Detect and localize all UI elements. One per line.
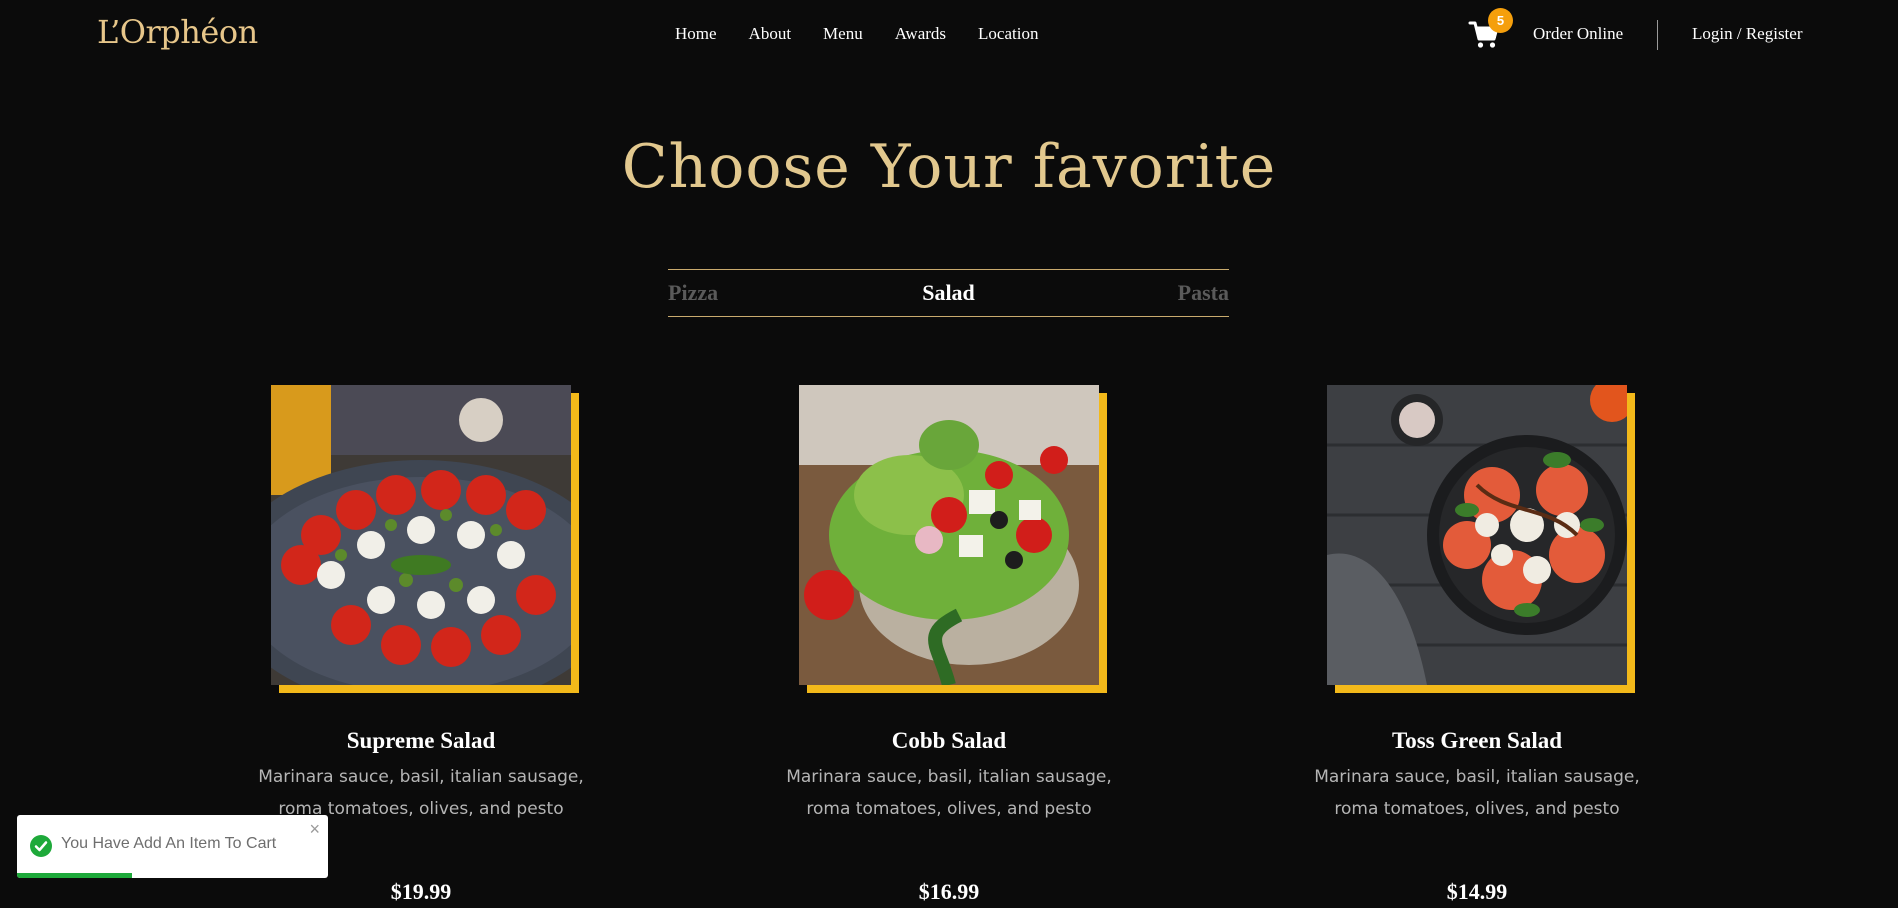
nav-location[interactable]: Location xyxy=(978,24,1038,44)
toast-progress-bar xyxy=(17,873,133,878)
toss-green-salad-image[interactable] xyxy=(1327,385,1627,685)
cart-count-badge: 5 xyxy=(1488,8,1513,33)
nav-home[interactable]: Home xyxy=(675,24,717,44)
order-online-link[interactable]: Order Online xyxy=(1533,24,1623,44)
check-circle-icon xyxy=(30,835,52,857)
item-description: Marinara sauce, basil, italian sausage, … xyxy=(786,767,1112,819)
header-divider xyxy=(1657,20,1658,50)
tab-salad[interactable]: Salad xyxy=(668,280,1229,306)
item-name: Supreme Salad xyxy=(346,728,496,753)
login-register-link[interactable]: Login / Register xyxy=(1692,24,1802,44)
tab-pasta[interactable]: Pasta xyxy=(1178,280,1229,306)
nav-awards[interactable]: Awards xyxy=(895,24,946,44)
cart-toast-notification: You Have Add An Item To Cart × xyxy=(17,815,328,878)
close-icon[interactable]: × xyxy=(309,819,320,840)
menu-item-card[interactable]: Supreme Salad Marinara sauce, basil, ita… xyxy=(258,385,584,904)
site-logo[interactable]: L’Orphéon xyxy=(97,13,258,51)
nav-about[interactable]: About xyxy=(749,24,792,44)
cart-button[interactable]: 5 xyxy=(1468,8,1513,54)
item-price: $14.99 xyxy=(1446,879,1508,904)
main-nav: Home About Menu Awards Location xyxy=(675,24,1070,44)
item-description: Marinara sauce, basil, italian sausage, … xyxy=(1314,767,1640,819)
item-price: $19.99 xyxy=(390,879,452,904)
page-title: Choose Your favorite xyxy=(621,132,1277,202)
site-header: L’Orphéon Home About Menu Awards Locatio… xyxy=(0,0,1898,70)
item-name: Cobb Salad xyxy=(891,728,1007,753)
menu-item-card[interactable]: Toss Green Salad Marinara sauce, basil, … xyxy=(1314,385,1640,904)
nav-menu[interactable]: Menu xyxy=(823,24,863,44)
menu-item-card[interactable]: Cobb Salad Marinara sauce, basil, italia… xyxy=(786,385,1112,904)
cobb-salad-image[interactable] xyxy=(799,385,1099,685)
cart-icon xyxy=(1468,21,1500,54)
item-price: $16.99 xyxy=(918,879,980,904)
tab-pizza[interactable]: Pizza xyxy=(668,280,718,306)
supreme-salad-image[interactable] xyxy=(271,385,571,685)
toast-message: You Have Add An Item To Cart xyxy=(61,835,277,852)
item-name: Toss Green Salad xyxy=(1392,728,1562,753)
menu-category-tabs: Salad Pizza Pasta xyxy=(668,269,1229,317)
